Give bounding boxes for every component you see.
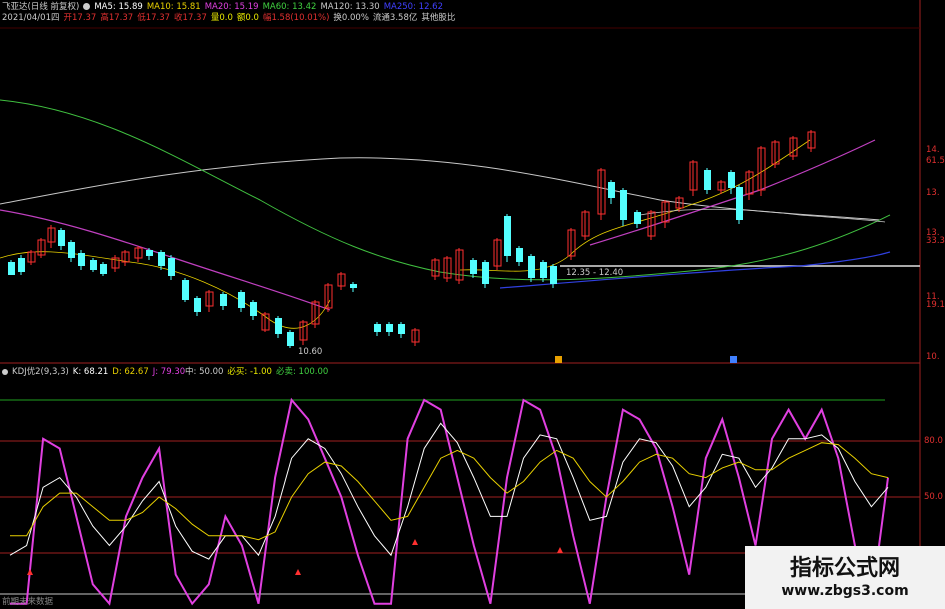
candle-body (608, 182, 615, 198)
price-low-label: 10.60 (298, 347, 323, 357)
quote-field-4: 收17.37 (174, 13, 207, 23)
candle-body (250, 302, 257, 316)
candle-body (350, 284, 357, 288)
kdj-mid-value: 中: 50.00 (185, 367, 224, 377)
kdj-header: KDJ优2(9,3,3) K: 68.21 D: 62.67 J: 79.30 (2, 367, 189, 378)
candle-body (90, 260, 97, 270)
candle-body (158, 252, 165, 266)
candle-body (470, 260, 477, 274)
price-range-label: 12.35 - 12.40 (566, 268, 624, 278)
quote-field-9: 流通3.58亿 (372, 13, 418, 23)
candle-body (728, 172, 735, 188)
quote-field-6: 额0.0 (236, 13, 259, 23)
candle-body (374, 324, 381, 332)
candle-body (220, 294, 227, 306)
candle-body (18, 258, 25, 272)
kdj-sell-value: 必卖: 100.00 (275, 367, 329, 377)
period-marker (555, 356, 562, 363)
candle-body (100, 264, 107, 274)
candle-body (398, 324, 405, 334)
price-axis-label: 19.1 (926, 300, 945, 310)
kdj-buy-value: 必买: -1.00 (227, 367, 272, 377)
indicator-dot-icon (83, 3, 91, 10)
ma-label-3: MA60: 13.42 (262, 2, 317, 12)
ma20-line (589, 139, 876, 246)
kdj-axis-50: 50.0 (924, 492, 943, 502)
candle-body (482, 262, 489, 284)
ma120-line (0, 157, 881, 221)
candle-body (386, 324, 393, 332)
candle-body (146, 250, 153, 256)
kdj-d-value: D: 62.67 (112, 367, 149, 377)
ma-label-0: MA5: 15.89 (94, 2, 143, 12)
candle-body (8, 262, 15, 275)
ma-label-4: MA120: 13.30 (320, 2, 380, 12)
candle-body (68, 242, 75, 258)
ma-label-5: MA250: 12.62 (383, 2, 443, 12)
quote-field-2: 高17.37 (100, 13, 134, 23)
candle-body (182, 280, 189, 300)
candle-body (287, 332, 294, 346)
quote-row: 2021/04/01四 开17.37 高17.37 低17.37 收17.37 量0.0 额… (2, 13, 459, 24)
watermark: 指标公式网 www.zbgs3.com (745, 546, 945, 609)
candle-body (504, 216, 511, 256)
buy-signal-arrow (27, 569, 33, 575)
ma60-line (0, 99, 891, 281)
buy-signal-arrow (557, 547, 563, 553)
ma-label-1: MA10: 15.81 (146, 2, 201, 12)
candle-body (736, 187, 743, 220)
candle-body (194, 298, 201, 312)
period-marker (730, 356, 737, 363)
price-axis-label: 33.3 (926, 236, 945, 246)
watermark-url: www.zbgs3.com (781, 582, 909, 599)
candle-body (516, 248, 523, 262)
quote-field-10: 其他股比 (421, 13, 456, 23)
indicator-dot-icon (2, 368, 8, 375)
price-axis-label: 61.5 (926, 156, 945, 166)
kdj-j-value: J: 79.30 (152, 367, 186, 377)
candle-body (540, 262, 547, 278)
quote-field-5: 量0.0 (210, 13, 233, 23)
price-axis-label: 13. (926, 188, 940, 198)
candle-body (58, 230, 65, 246)
quote-field-1: 开17.37 (63, 13, 97, 23)
kdj-k-value: K: 68.21 (72, 367, 109, 377)
candle-body (550, 266, 557, 284)
candle-body (238, 292, 245, 308)
price-axis-label: 10. (926, 352, 940, 362)
candle-body (78, 253, 85, 266)
quote-field-3: 低17.37 (137, 13, 171, 23)
candle-body (634, 212, 641, 224)
buy-signal-arrow (295, 569, 301, 575)
stock-title: 飞亚达(日线 前复权) (2, 2, 80, 12)
ma-label-2: MA20: 15.19 (204, 2, 259, 12)
price-axis-label: 14. (926, 145, 940, 155)
chart-header: 飞亚达(日线 前复权) MA5: 15.89 MA10: 15.81 MA20: 15… (2, 2, 451, 13)
buy-signal-arrow (412, 539, 418, 545)
candle-body (275, 318, 282, 334)
stock-chart[interactable] (0, 0, 945, 609)
candle-body (704, 170, 711, 190)
kdj-params: 中: 50.00 必买: -1.00 必卖: 100.00 (185, 367, 332, 378)
kdj-series-D (10, 442, 889, 541)
quote-field-7: 幅1.58(10.01%) (262, 13, 330, 23)
candle-body (620, 190, 627, 220)
kdj-title: KDJ优2(9,3,3) (12, 367, 69, 377)
kdj-axis-80: 80.0 (924, 436, 943, 446)
footer-note: 前期未来数据 (2, 597, 54, 607)
candle-body (528, 256, 535, 278)
candle-body (168, 258, 175, 276)
quote-field-0: 2021/04/01四 (2, 13, 60, 23)
watermark-title: 指标公式网 (789, 555, 900, 581)
quote-field-8: 换0.00% (333, 13, 369, 23)
ma5-line (639, 208, 886, 223)
